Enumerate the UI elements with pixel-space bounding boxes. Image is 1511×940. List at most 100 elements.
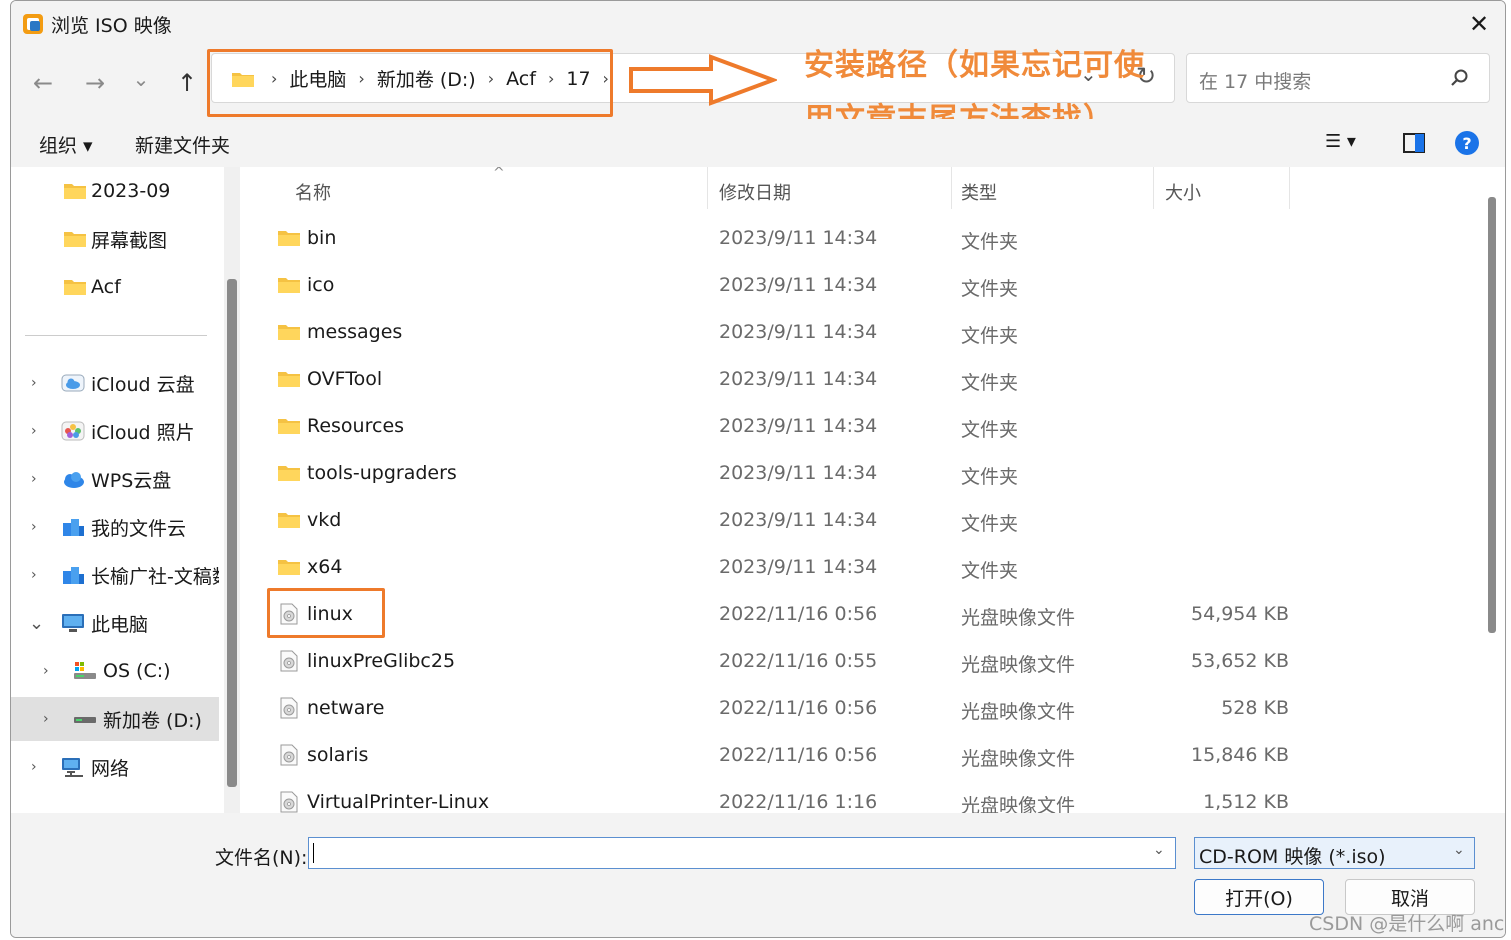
sidebar-item-2023-09[interactable]: 2023-09: [11, 169, 219, 213]
os-drive-icon: [74, 662, 96, 679]
chevron-down-icon[interactable]: ⌄: [29, 613, 44, 634]
file-row[interactable]: linux 2022/11/16 0:56 光盘映像文件 54,954 KB: [247, 591, 1483, 638]
file-row[interactable]: vkd 2023/9/11 14:34 文件夹: [247, 497, 1483, 544]
column-header-name[interactable]: 名称: [295, 179, 331, 205]
file-name-panel: 文件名(N): ⌄ CD-ROM 映像 (*.iso) ⌄ 打开(O) 取消 C…: [11, 813, 1505, 937]
sidebar-item-icloud-photos[interactable]: › iCloud 照片: [11, 409, 219, 453]
file-row[interactable]: ico 2023/9/11 14:34 文件夹: [247, 262, 1483, 309]
file-row[interactable]: solaris 2022/11/16 0:56 光盘映像文件 15,846 KB: [247, 732, 1483, 779]
file-date: 2023/9/11 14:34: [719, 509, 878, 531]
chevron-right-icon[interactable]: ›: [31, 567, 37, 583]
column-divider[interactable]: [707, 167, 708, 209]
file-row[interactable]: VirtualPrinter-Linux 2022/11/16 1:16 光盘映像文…: [247, 779, 1483, 813]
text-caret: [313, 843, 314, 863]
sidebar-item-network[interactable]: › 网络: [11, 745, 219, 789]
folder-icon: [278, 419, 300, 434]
file-type: 光盘映像文件: [961, 701, 1076, 723]
file-row[interactable]: linuxPreGlibc25 2022/11/16 0:55 光盘映像文件 53,6…: [247, 638, 1483, 685]
chevron-right-icon[interactable]: ›: [43, 663, 49, 679]
column-divider[interactable]: [1153, 167, 1154, 209]
file-type: 文件夹: [961, 325, 1019, 347]
file-cloud-icon: [63, 567, 84, 584]
chevron-right-icon[interactable]: ›: [31, 519, 37, 535]
file-row[interactable]: x64 2023/9/11 14:34 文件夹: [247, 544, 1483, 591]
file-row[interactable]: Resources 2023/9/11 14:34 文件夹: [247, 403, 1483, 450]
sidebar-item-this-pc[interactable]: ⌄ 此电脑: [11, 601, 219, 645]
file-row[interactable]: OVFTool 2023/9/11 14:34 文件夹: [247, 356, 1483, 403]
open-button[interactable]: 打开(O): [1194, 879, 1324, 915]
sidebar-item-acf[interactable]: Acf: [11, 265, 219, 309]
file-type: 文件夹: [961, 372, 1019, 394]
linux-highlight-box: [267, 588, 385, 638]
back-arrow-icon: ←: [32, 69, 54, 97]
sort-ascending-icon: ^: [493, 167, 505, 181]
sidebar-item-os-c[interactable]: › OS (C:): [11, 649, 219, 693]
file-row[interactable]: messages 2023/9/11 14:34 文件夹: [247, 309, 1483, 356]
column-divider[interactable]: [1289, 167, 1290, 209]
file-type-select[interactable]: CD-ROM 映像 (*.iso) ⌄: [1194, 837, 1475, 869]
file-name: messages: [307, 321, 403, 343]
chevron-down-icon[interactable]: ⌄: [1453, 842, 1465, 858]
up-button[interactable]: ↑: [169, 65, 205, 101]
icloud-drive-icon: [61, 374, 85, 392]
file-date: 2023/9/11 14:34: [719, 274, 878, 296]
sidebar-item-label: iCloud 照片: [91, 421, 195, 444]
sidebar-item-wps-cloud[interactable]: › WPS云盘: [11, 457, 219, 501]
new-folder-button[interactable]: 新建文件夹: [135, 131, 230, 158]
file-type: 光盘映像文件: [961, 607, 1076, 629]
file-row[interactable]: bin 2023/9/11 14:34 文件夹: [247, 215, 1483, 262]
column-header-date[interactable]: 修改日期: [719, 179, 791, 205]
folder-icon: [278, 513, 300, 528]
vmware-app-icon: [23, 14, 43, 34]
preview-pane-icon[interactable]: [1403, 133, 1425, 153]
search-box[interactable]: 在 17 中搜索: [1186, 53, 1490, 103]
sidebar-item-screenshots[interactable]: 屏幕截图: [11, 217, 219, 261]
chevron-right-icon[interactable]: ›: [31, 423, 37, 439]
sidebar-item-label: WPS云盘: [91, 469, 172, 492]
column-divider[interactable]: [951, 167, 952, 209]
file-type-value: CD-ROM 映像 (*.iso): [1199, 846, 1386, 868]
file-date: 2023/9/11 14:34: [719, 368, 878, 390]
file-name: OVFTool: [307, 368, 383, 390]
help-icon[interactable]: ?: [1455, 131, 1479, 155]
chevron-right-icon[interactable]: ›: [31, 375, 37, 391]
file-date: 2023/9/11 14:34: [719, 462, 878, 484]
disc-image-icon: [280, 697, 298, 719]
column-header-type[interactable]: 类型: [961, 179, 997, 205]
sidebar-item-label: 2023-09: [91, 180, 171, 202]
chevron-right-icon[interactable]: ›: [43, 711, 49, 727]
organize-menu[interactable]: 组织 ▾: [39, 131, 93, 158]
chevron-right-icon[interactable]: ›: [31, 759, 37, 775]
up-arrow-icon: ↑: [176, 69, 198, 97]
back-button[interactable]: ←: [25, 65, 61, 101]
column-header-size[interactable]: 大小: [1165, 179, 1201, 205]
file-name: tools-upgraders: [307, 462, 457, 484]
close-button[interactable]: ✕: [1461, 7, 1497, 41]
view-options-icon[interactable]: ☰ ▾: [1325, 131, 1356, 152]
file-name-label: 文件名(N):: [215, 847, 308, 869]
sidebar-item-my-file-cloud[interactable]: › 我的文件云: [11, 505, 219, 549]
chevron-right-icon[interactable]: ›: [31, 471, 37, 487]
sidebar-item-shared-docs[interactable]: › 长榆广社-文稿数: [11, 553, 219, 597]
file-name-input[interactable]: ⌄: [308, 837, 1176, 869]
file-date: 2022/11/16 0:56: [719, 603, 878, 625]
forward-button[interactable]: →: [77, 65, 113, 101]
sidebar-item-drive-d[interactable]: › 新加卷 (D:): [11, 697, 219, 741]
sidebar-scrollbar-thumb[interactable]: [227, 279, 237, 787]
file-name: vkd: [307, 509, 342, 531]
search-icon[interactable]: [1449, 67, 1471, 89]
file-type: 文件夹: [961, 231, 1019, 253]
sidebar-item-label: OS (C:): [103, 660, 171, 682]
chevron-down-icon[interactable]: ⌄: [1153, 842, 1165, 858]
sidebar-item-icloud-drive[interactable]: › iCloud 云盘: [11, 361, 219, 405]
recent-locations-button[interactable]: ⌄: [123, 61, 159, 97]
file-type: 光盘映像文件: [961, 654, 1076, 676]
list-scrollbar-thumb[interactable]: [1488, 197, 1496, 633]
file-row[interactable]: tools-upgraders 2023/9/11 14:34 文件夹: [247, 450, 1483, 497]
sidebar-item-label: Acf: [91, 276, 121, 298]
file-row[interactable]: netware 2022/11/16 0:56 光盘映像文件 528 KB: [247, 685, 1483, 732]
network-icon: [62, 758, 83, 777]
browse-iso-dialog: 浏览 ISO 映像 ✕ ← → ⌄ ↑ ⌄ ↻ › 此电脑 › 新加卷 (D:)…: [10, 0, 1506, 938]
file-date: 2022/11/16 0:56: [719, 697, 878, 719]
file-type: 文件夹: [961, 419, 1019, 441]
